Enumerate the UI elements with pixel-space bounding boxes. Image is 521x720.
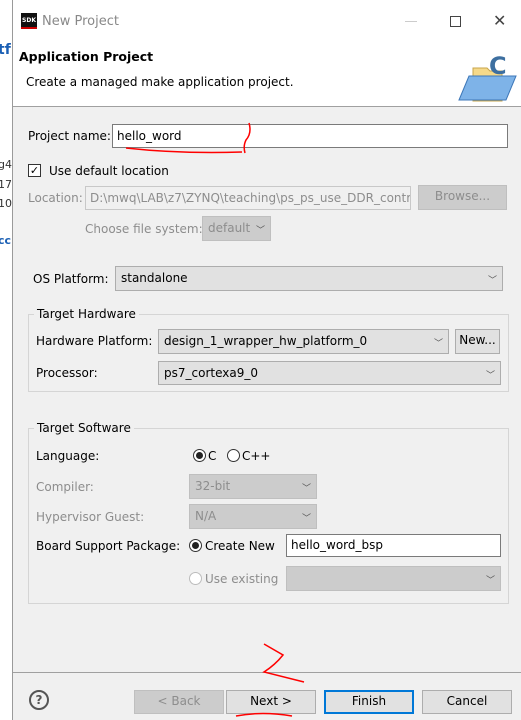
bsp-use-existing-label: Use existing xyxy=(205,572,279,586)
processor-label: Processor: xyxy=(36,366,98,380)
chevron-down-icon: ﹀ xyxy=(485,371,495,381)
use-default-location-checkbox[interactable]: ✓ xyxy=(28,164,41,177)
bg-fragment: g4 xyxy=(0,158,12,171)
page-description: Create a managed make application projec… xyxy=(26,75,294,89)
language-cpp-label: C++ xyxy=(242,449,271,463)
compiler-value: 32-bit xyxy=(195,479,231,493)
chevron-down-icon: ﹀ xyxy=(487,276,497,286)
hypervisor-guest-value: N/A xyxy=(195,509,217,523)
hardware-platform-value: design_1_wrapper_hw_platform_0 xyxy=(164,334,368,348)
background-ide-window: tf g4 17 10 cc xyxy=(0,0,13,720)
location-label: Location: xyxy=(28,191,83,205)
target-software-legend: Target Software xyxy=(34,421,134,435)
hypervisor-guest-label: Hypervisor Guest: xyxy=(36,510,145,524)
bg-fragment: tf xyxy=(0,42,11,58)
cancel-button[interactable]: Cancel xyxy=(422,690,512,714)
page-title: Application Project xyxy=(19,49,154,64)
bsp-existing-select[interactable]: ﹀ xyxy=(286,566,501,591)
target-hardware-legend: Target Hardware xyxy=(34,307,139,321)
bsp-create-new-label: Create New xyxy=(205,539,275,553)
chevron-down-icon: ﹀ xyxy=(485,576,495,586)
file-system-label: Choose file system: xyxy=(85,222,203,236)
title-bar: SDK New Project ✕ xyxy=(13,0,521,40)
processor-value: ps7_cortexa9_0 xyxy=(164,366,258,380)
wizard-header: Application Project Create a managed mak… xyxy=(13,40,521,107)
project-name-label: Project name: xyxy=(28,129,111,143)
chevron-down-icon: ﹀ xyxy=(301,484,311,494)
bg-fragment: cc xyxy=(0,234,12,247)
bg-fragment: 17 xyxy=(0,178,12,191)
project-name-input[interactable]: hello_word xyxy=(112,124,508,148)
language-c-radio[interactable] xyxy=(193,449,206,462)
hypervisor-guest-select[interactable]: N/A ﹀ xyxy=(189,504,317,529)
file-system-select[interactable]: default ﹀ xyxy=(202,216,271,241)
svg-text:C: C xyxy=(489,52,507,80)
finish-button[interactable]: Finish xyxy=(324,690,414,714)
minimize-button[interactable] xyxy=(405,21,417,22)
hardware-platform-label: Hardware Platform: xyxy=(36,334,153,348)
processor-select[interactable]: ps7_cortexa9_0 ﹀ xyxy=(158,361,501,385)
compiler-label: Compiler: xyxy=(36,480,94,494)
window-title: New Project xyxy=(42,14,119,29)
bg-fragment: 10 xyxy=(0,197,12,210)
folder-c-icon: C xyxy=(458,52,517,102)
use-default-location-label: Use default location xyxy=(49,164,169,178)
os-platform-label: OS Platform: xyxy=(33,272,109,286)
bsp-name-input[interactable]: hello_word_bsp xyxy=(286,534,501,557)
bsp-label: Board Support Package: xyxy=(36,539,181,553)
language-label: Language: xyxy=(36,449,100,463)
language-c-label: C xyxy=(208,449,217,463)
bsp-use-existing-radio[interactable] xyxy=(189,572,202,585)
close-button[interactable]: ✕ xyxy=(493,11,506,30)
hardware-platform-select[interactable]: design_1_wrapper_hw_platform_0 ﹀ xyxy=(158,329,449,354)
language-cpp-radio[interactable] xyxy=(227,449,240,462)
os-platform-select[interactable]: standalone ﹀ xyxy=(115,266,503,291)
chevron-down-icon: ﹀ xyxy=(433,339,443,349)
file-system-value: default xyxy=(208,221,251,235)
location-input[interactable]: D:\mwq\LAB\z7\ZYNQ\teaching\ps_ps_use_DD… xyxy=(85,186,411,210)
chevron-down-icon: ﹀ xyxy=(301,514,311,524)
back-button[interactable]: < Back xyxy=(134,690,224,714)
os-platform-value: standalone xyxy=(121,271,188,285)
footer-divider xyxy=(13,672,521,673)
browse-button[interactable]: Browse... xyxy=(418,185,507,210)
new-hardware-platform-button[interactable]: New... xyxy=(455,329,500,354)
maximize-button[interactable] xyxy=(450,16,461,27)
chevron-down-icon: ﹀ xyxy=(255,226,265,236)
sdk-app-icon: SDK xyxy=(21,13,37,29)
help-button[interactable]: ? xyxy=(29,690,49,710)
next-button[interactable]: Next > xyxy=(226,690,316,714)
compiler-select[interactable]: 32-bit ﹀ xyxy=(189,474,317,499)
bsp-create-new-radio[interactable] xyxy=(189,539,202,552)
